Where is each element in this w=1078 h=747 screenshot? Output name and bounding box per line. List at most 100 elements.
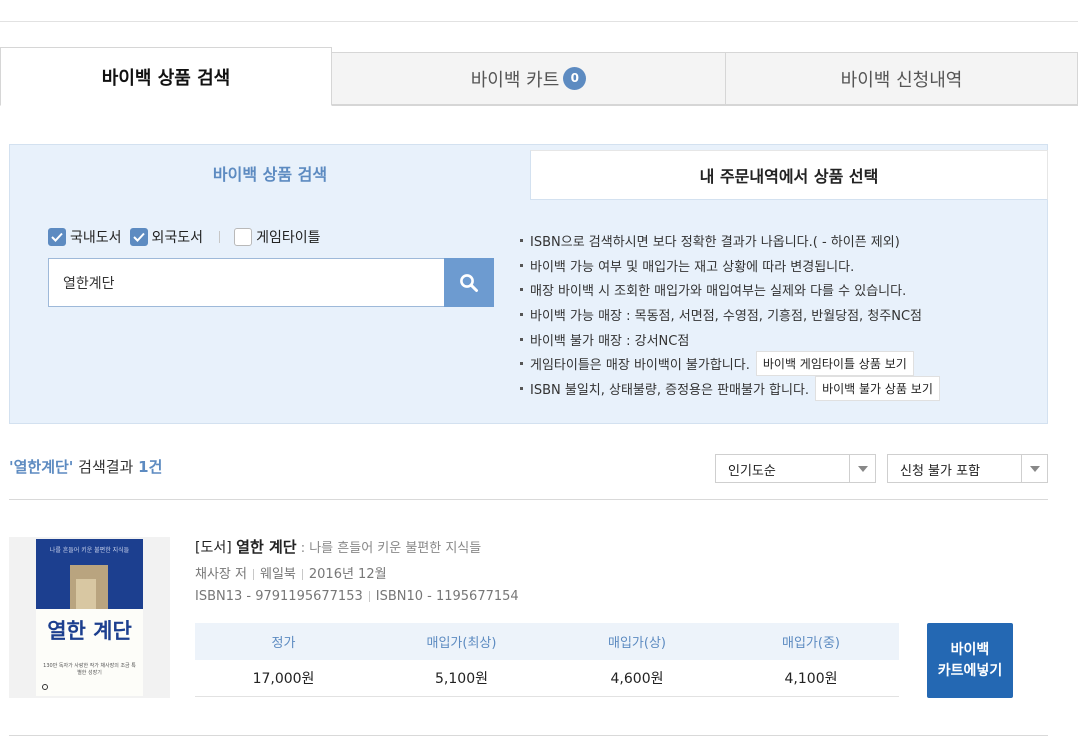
- search-box: [48, 258, 494, 307]
- book-cover-image: 나를 흔들어 키운 불편한 지식들 열한 계단 130만 독자가 사랑한 작가 …: [36, 539, 143, 696]
- search-input[interactable]: [49, 259, 445, 306]
- note-text: ISBN 불일치, 상태불량, 증정용은 판매불가 합니다.: [530, 382, 810, 398]
- cover-blurb: 130만 독자가 사랑한 작가 채사장의 조금 특별한 성장기: [43, 663, 136, 676]
- results-count: 1건: [138, 458, 163, 476]
- checkbox-checked-icon[interactable]: [129, 228, 148, 246]
- results-query: '열한계단': [9, 458, 74, 476]
- product-author: 채사장 저: [195, 567, 247, 582]
- cart-button-line1: 바이백: [950, 641, 990, 658]
- results-divider: [9, 499, 1048, 500]
- view-game-titles-button[interactable]: 바이백 게임타이틀 상품 보기: [755, 351, 914, 377]
- chevron-down-icon: [1021, 455, 1047, 482]
- add-to-buyback-cart-button[interactable]: 바이백 카트에넣기: [927, 623, 1013, 698]
- note-text: 바이백 가능 여부 및 매입가는 재고 상황에 따라 변경됩니다.: [530, 259, 855, 275]
- chevron-down-icon: [849, 455, 875, 482]
- bullet-icon: [520, 263, 523, 267]
- isbn13: ISBN13 - 9791195677153: [195, 589, 363, 604]
- price-table: 정가 매입가(최상) 매입가(상) 매입가(중) 17,000원 5,100원 …: [195, 623, 899, 697]
- tab-buyback-history[interactable]: 바이백 신청내역: [725, 52, 1078, 105]
- meta-separator: [252, 569, 254, 580]
- note-text: ISBN으로 검색하시면 보다 정확한 결과가 나옵니다.( - 하이픈 제외): [530, 234, 900, 250]
- subtab-product-search-label: 바이백 상품 검색: [212, 164, 328, 184]
- price-cell: 5,100원: [435, 671, 488, 687]
- isbn10: ISBN10 - 1195677154: [375, 589, 519, 604]
- bullet-icon: [520, 337, 523, 341]
- note-item: ISBN 불일치, 상태불량, 증정용은 판매불가 합니다. 바이백 불가 상품…: [520, 375, 940, 401]
- bullet-icon: [520, 312, 523, 316]
- price-header-cell: 매입가(상): [608, 636, 666, 651]
- cart-count-badge: 0: [563, 67, 587, 90]
- tab-buyback-search-label: 바이백 상품 검색: [101, 67, 231, 89]
- search-icon: [460, 273, 478, 292]
- price-table-header: 정가 매입가(최상) 매입가(상) 매입가(중): [195, 623, 899, 660]
- results-label: 검색결과: [73, 458, 139, 476]
- tabs-bottom-border: [332, 105, 1078, 106]
- price-cell: 4,100원: [784, 671, 838, 687]
- meta-separator: [368, 591, 370, 602]
- note-item: 게임타이틀은 매장 바이백이 불가합니다. 바이백 게임타이틀 상품 보기: [520, 351, 940, 377]
- search-notes: ISBN으로 검색하시면 보다 정확한 결과가 나옵니다.( - 하이픈 제외)…: [520, 228, 940, 401]
- product-subtitle: : 나를 흔들어 키운 불편한 지식들: [296, 541, 482, 556]
- bullet-icon: [520, 288, 523, 292]
- top-divider: [0, 21, 1078, 22]
- cover-stair-art: [76, 579, 96, 609]
- meta-separator: [301, 569, 303, 580]
- product-isbn: ISBN13 - 9791195677153 ISBN10 - 119567715…: [195, 589, 519, 604]
- price-cell: 17,000원: [252, 671, 315, 687]
- note-text: 매장 바이백 시 조회한 매입가와 매입여부는 실제와 다를 수 있습니다.: [530, 284, 907, 300]
- search-panel: 바이백 상품 검색 내 주문내역에서 상품 선택 국내도서 외국도서 게임타이틀: [9, 144, 1048, 424]
- filter-domestic-label: 국내도서: [70, 230, 122, 246]
- filter-game-label: 게임타이틀: [256, 230, 321, 246]
- sort-select[interactable]: 인기도순: [715, 454, 876, 483]
- subtab-order-history[interactable]: 내 주문내역에서 상품 선택: [530, 150, 1048, 200]
- checkbox-unchecked-icon[interactable]: [234, 228, 253, 246]
- category-filters: 국내도서 외국도서 게임타이틀: [48, 227, 328, 247]
- product-date: 2016년 12월: [308, 567, 387, 582]
- filter-game-titles[interactable]: 게임타이틀: [234, 227, 320, 247]
- sort-select-value: 인기도순: [728, 464, 776, 479]
- note-item: 매장 바이백 시 조회한 매입가와 매입여부는 실제와 다를 수 있습니다.: [520, 277, 940, 302]
- price-header-cell: 정가: [271, 636, 296, 651]
- availability-filter-value: 신청 불가 포함: [900, 464, 981, 479]
- product-title-link[interactable]: 열한 계단: [236, 538, 296, 556]
- product-category: [도서]: [195, 540, 232, 556]
- product-meta: 채사장 저 웨일북 2016년 12월: [195, 563, 387, 582]
- note-item: 바이백 가능 매장 : 목동점, 서면점, 수영점, 기흥점, 반월당점, 청주…: [520, 302, 940, 327]
- note-item: ISBN으로 검색하시면 보다 정확한 결과가 나옵니다.( - 하이픈 제외): [520, 228, 940, 253]
- note-item: 바이백 가능 여부 및 매입가는 재고 상황에 따라 변경됩니다.: [520, 253, 940, 278]
- note-item: 바이백 불가 매장 : 강서NC점: [520, 327, 940, 352]
- product-title-line: [도서] 열한 계단 : 나를 흔들어 키운 불편한 지식들: [195, 536, 481, 557]
- bullet-icon: [520, 386, 523, 390]
- availability-filter-select[interactable]: 신청 불가 포함: [887, 454, 1048, 483]
- tab-buyback-cart-label: 바이백 카트: [470, 69, 560, 91]
- search-button[interactable]: [444, 258, 494, 307]
- filter-foreign-books[interactable]: 외국도서: [129, 227, 204, 247]
- note-text: 바이백 불가 매장 : 강서NC점: [530, 333, 690, 349]
- filter-foreign-label: 외국도서: [151, 230, 204, 246]
- checkbox-checked-icon[interactable]: [48, 228, 66, 246]
- note-text: 바이백 가능 매장 : 목동점, 서면점, 수영점, 기흥점, 반월당점, 청주…: [530, 308, 922, 324]
- view-unavailable-button[interactable]: 바이백 불가 상품 보기: [815, 375, 940, 401]
- main-tabs: 바이백 상품 검색 바이백 카트 0 바이백 신청내역: [0, 47, 1078, 106]
- product-publisher: 웨일북: [259, 567, 296, 582]
- price-table-row: 17,000원 5,100원 4,600원 4,100원: [195, 660, 899, 697]
- cover-topline: 나를 흔들어 키운 불편한 지식들: [49, 547, 130, 554]
- price-header-cell: 매입가(최상): [426, 636, 497, 651]
- filter-domestic-books[interactable]: 국내도서: [48, 227, 122, 247]
- cover-title: 열한 계단: [47, 618, 132, 643]
- tab-buyback-history-label: 바이백 신청내역: [840, 69, 963, 91]
- subtab-order-history-label: 내 주문내역에서 상품 선택: [699, 167, 879, 186]
- tab-buyback-search[interactable]: 바이백 상품 검색: [0, 47, 332, 106]
- filter-separator: [219, 231, 221, 243]
- results-summary: '열한계단' 검색결과 1건: [9, 456, 162, 477]
- cart-button-line2: 카트에넣기: [937, 662, 1003, 679]
- product-cover[interactable]: 나를 흔들어 키운 불편한 지식들 열한 계단 130만 독자가 사랑한 작가 …: [9, 537, 170, 698]
- publisher-logo-icon: [42, 684, 48, 690]
- price-cell: 4,600원: [610, 671, 664, 687]
- tab-buyback-cart[interactable]: 바이백 카트 0: [331, 52, 726, 105]
- note-text: 게임타이틀은 매장 바이백이 불가합니다.: [530, 358, 750, 374]
- price-header-cell: 매입가(중): [782, 636, 840, 651]
- subtab-product-search[interactable]: 바이백 상품 검색: [10, 145, 530, 200]
- results-bottom-divider: [9, 735, 1048, 736]
- bullet-icon: [520, 362, 523, 366]
